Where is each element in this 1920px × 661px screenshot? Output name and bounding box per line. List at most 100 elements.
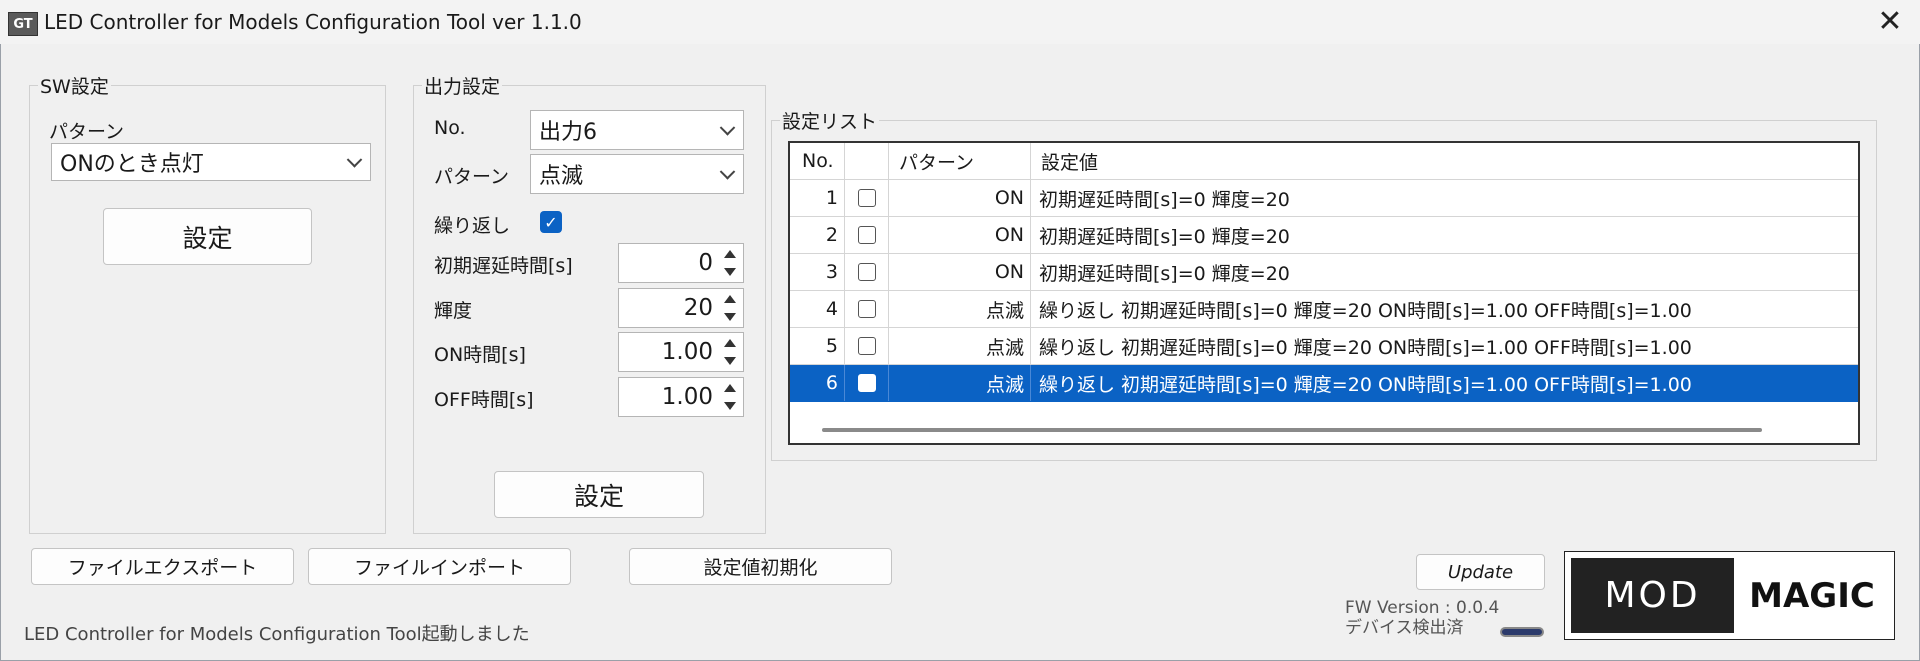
status-message: LED Controller for Models Configuration … bbox=[24, 624, 530, 645]
row-pattern: ON bbox=[889, 254, 1031, 290]
brightness-value: 20 bbox=[683, 295, 713, 321]
window-title: LED Controller for Models Configuration … bbox=[44, 10, 582, 34]
output-no-value: 出力6 bbox=[539, 120, 597, 145]
output-pattern-label: パターン bbox=[434, 166, 510, 188]
row-pattern: 点滅 bbox=[889, 291, 1031, 327]
checkmark-icon: ✓ bbox=[544, 212, 558, 232]
chevron-down-icon bbox=[719, 120, 736, 136]
settings-list-legend: 設定リスト bbox=[782, 111, 878, 133]
off-time-value: 1.00 bbox=[661, 384, 713, 410]
file-export-button[interactable]: ファイルエクスポート bbox=[31, 548, 294, 585]
row-check-cell[interactable] bbox=[845, 291, 889, 327]
horizontal-scrollbar[interactable] bbox=[822, 428, 1762, 432]
row-checkbox[interactable] bbox=[857, 337, 876, 355]
output-pattern-select[interactable]: 点滅 bbox=[530, 154, 744, 194]
on-time-spinner[interactable]: 1.00 bbox=[618, 332, 744, 372]
close-icon[interactable]: ✕ bbox=[1870, 6, 1910, 38]
spinner-arrows[interactable] bbox=[721, 337, 739, 367]
row-value: 初期遅延時間[s]=0 輝度=20 bbox=[1039, 225, 1290, 248]
row-value: 繰り返し 初期遅延時間[s]=0 輝度=20 ON時間[s]=1.00 OFF時… bbox=[1039, 336, 1692, 359]
row-check-cell[interactable] bbox=[845, 180, 889, 216]
file-import-button[interactable]: ファイルインポート bbox=[308, 548, 571, 585]
table-row[interactable]: 3 ON 初期遅延時間[s]=0 輝度=20 bbox=[790, 254, 1858, 291]
row-pattern: ON bbox=[889, 180, 1031, 216]
app-icon: GT bbox=[8, 12, 38, 36]
table-row[interactable]: 4 点滅 繰り返し 初期遅延時間[s]=0 輝度=20 ON時間[s]=1.00… bbox=[790, 291, 1858, 328]
output-no-select[interactable]: 出力6 bbox=[530, 110, 744, 150]
spinner-arrows[interactable] bbox=[721, 382, 739, 412]
off-time-spinner[interactable]: 1.00 bbox=[618, 377, 744, 417]
output-set-button[interactable]: 設定 bbox=[494, 471, 704, 518]
spin-up-icon[interactable] bbox=[724, 339, 736, 347]
spin-down-icon[interactable] bbox=[724, 313, 736, 321]
row-value: 初期遅延時間[s]=0 輝度=20 bbox=[1039, 262, 1290, 285]
row-no: 2 bbox=[790, 217, 845, 253]
logo-mod-text: MOD bbox=[1571, 558, 1734, 633]
row-no: 6 bbox=[790, 365, 845, 401]
row-pattern: 点滅 bbox=[889, 365, 1031, 401]
spin-up-icon[interactable] bbox=[724, 250, 736, 258]
row-checkbox[interactable] bbox=[857, 374, 876, 392]
logo-magic-text: MAGIC bbox=[1749, 575, 1875, 616]
sw-pattern-value: ONのとき点灯 bbox=[60, 152, 204, 177]
spin-down-icon[interactable] bbox=[724, 357, 736, 365]
fw-version: FW Version : 0.0.4 bbox=[1345, 598, 1500, 618]
row-no: 4 bbox=[790, 291, 845, 327]
delay-spinner[interactable]: 0 bbox=[618, 243, 744, 283]
spinner-arrows[interactable] bbox=[721, 248, 739, 278]
on-time-value: 1.00 bbox=[661, 339, 713, 365]
row-checkbox[interactable] bbox=[857, 300, 876, 318]
delay-label: 初期遅延時間[s] bbox=[434, 255, 573, 277]
grid-header: No. パターン 設定値 bbox=[790, 143, 1858, 180]
row-no: 1 bbox=[790, 180, 845, 216]
header-pattern: パターン bbox=[889, 143, 1031, 179]
repeat-checkbox[interactable]: ✓ bbox=[540, 211, 562, 233]
table-row-selected[interactable]: 6 点滅 繰り返し 初期遅延時間[s]=0 輝度=20 ON時間[s]=1.00… bbox=[790, 365, 1858, 402]
fw-info: FW Version : 0.0.4 デバイス検出済 bbox=[1345, 598, 1499, 638]
row-checkbox[interactable] bbox=[857, 263, 876, 281]
spinner-arrows[interactable] bbox=[721, 293, 739, 323]
off-time-label: OFF時間[s] bbox=[434, 389, 534, 411]
spin-up-icon[interactable] bbox=[724, 295, 736, 303]
chevron-down-icon bbox=[346, 152, 363, 168]
table-row[interactable]: 1 ON 初期遅延時間[s]=0 輝度=20 bbox=[790, 180, 1858, 217]
header-check bbox=[845, 143, 889, 179]
output-no-label: No. bbox=[434, 117, 466, 139]
header-no: No. bbox=[790, 143, 845, 179]
row-pattern: ON bbox=[889, 217, 1031, 253]
row-check-cell[interactable] bbox=[845, 328, 889, 364]
device-indicator-icon bbox=[1500, 627, 1544, 637]
update-button[interactable]: Update bbox=[1416, 554, 1545, 590]
brightness-label: 輝度 bbox=[434, 300, 473, 322]
spin-up-icon[interactable] bbox=[724, 384, 736, 392]
delay-value: 0 bbox=[698, 250, 713, 276]
row-value: 初期遅延時間[s]=0 輝度=20 bbox=[1039, 188, 1290, 211]
table-row[interactable]: 5 点滅 繰り返し 初期遅延時間[s]=0 輝度=20 ON時間[s]=1.00… bbox=[790, 328, 1858, 365]
repeat-label: 繰り返し bbox=[434, 215, 511, 237]
row-check-cell[interactable] bbox=[845, 365, 889, 401]
row-checkbox[interactable] bbox=[857, 189, 876, 207]
sw-pattern-select[interactable]: ONのとき点灯 bbox=[51, 143, 371, 181]
header-value: 設定値 bbox=[1041, 151, 1099, 174]
output-pattern-value: 点滅 bbox=[539, 164, 584, 189]
row-value: 繰り返し 初期遅延時間[s]=0 輝度=20 ON時間[s]=1.00 OFF時… bbox=[1039, 373, 1692, 396]
chevron-down-icon bbox=[719, 164, 736, 180]
row-no: 5 bbox=[790, 328, 845, 364]
reset-settings-button[interactable]: 設定値初期化 bbox=[629, 548, 892, 585]
device-status: デバイス検出済 bbox=[1345, 618, 1464, 638]
on-time-label: ON時間[s] bbox=[434, 344, 526, 366]
sw-settings-legend: SW設定 bbox=[40, 76, 109, 98]
row-check-cell[interactable] bbox=[845, 217, 889, 253]
sw-set-button[interactable]: 設定 bbox=[103, 208, 312, 265]
spin-down-icon[interactable] bbox=[724, 402, 736, 410]
settings-grid[interactable]: No. パターン 設定値 1 ON 初期遅延時間[s]=0 輝度=20 2 ON… bbox=[788, 141, 1860, 445]
table-row[interactable]: 2 ON 初期遅延時間[s]=0 輝度=20 bbox=[790, 217, 1858, 254]
sw-pattern-label: パターン bbox=[49, 121, 125, 143]
spin-down-icon[interactable] bbox=[724, 268, 736, 276]
row-no: 3 bbox=[790, 254, 845, 290]
row-checkbox[interactable] bbox=[857, 226, 876, 244]
row-value: 繰り返し 初期遅延時間[s]=0 輝度=20 ON時間[s]=1.00 OFF時… bbox=[1039, 299, 1692, 322]
row-check-cell[interactable] bbox=[845, 254, 889, 290]
brightness-spinner[interactable]: 20 bbox=[618, 288, 744, 328]
row-pattern: 点滅 bbox=[889, 328, 1031, 364]
